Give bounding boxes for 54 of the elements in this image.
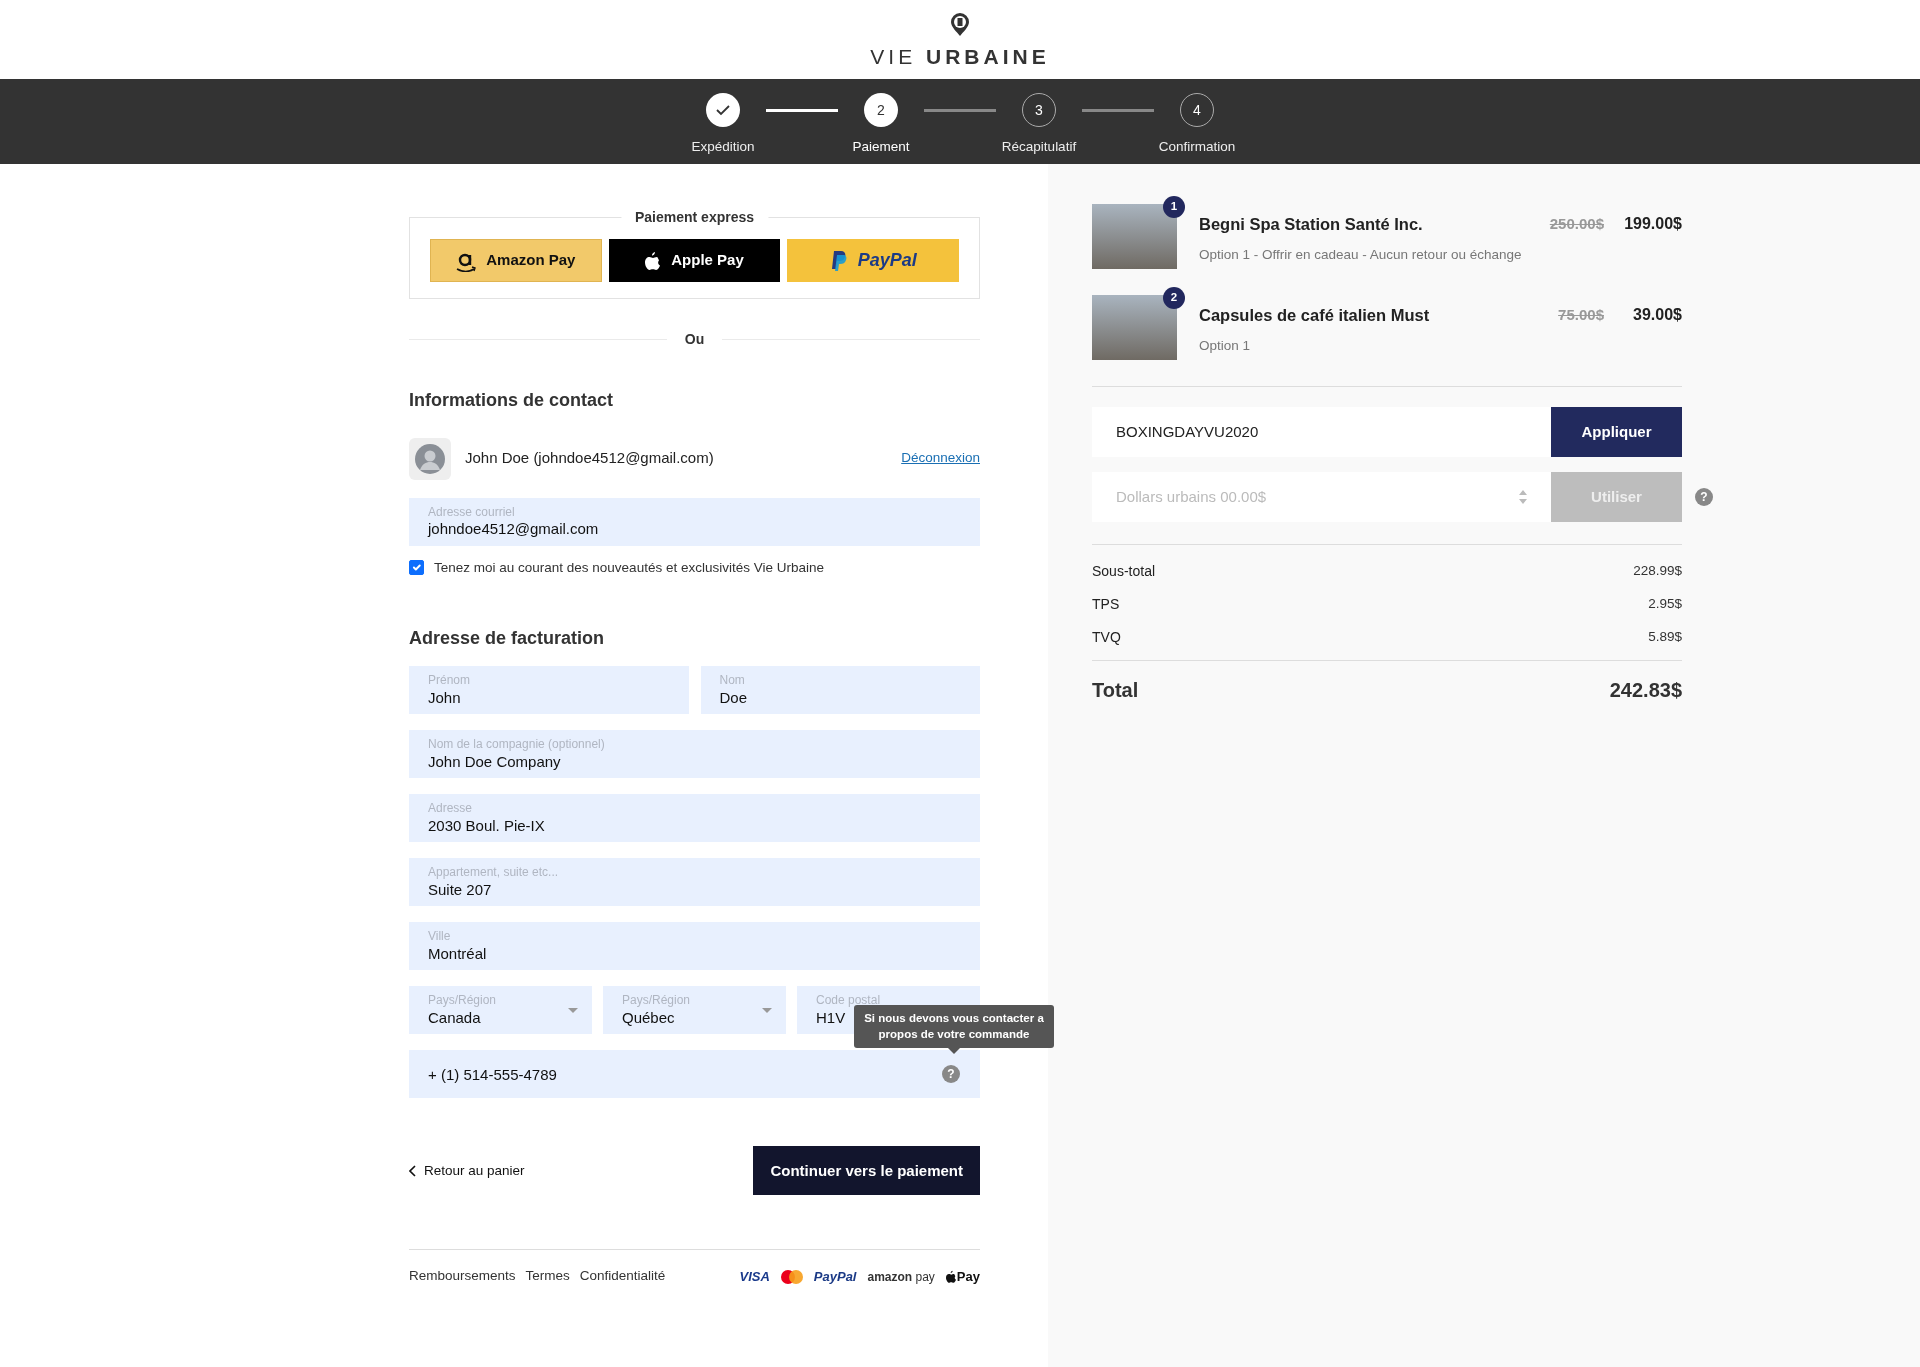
field-value: Suite 207 <box>428 879 492 900</box>
step-label: Confirmation <box>1158 138 1236 156</box>
total-label: Sous-total <box>1092 562 1156 581</box>
field-value: Doe <box>719 687 748 708</box>
paypal-logo: PayPal <box>813 1267 857 1286</box>
section-heading: Adresse de facturation <box>409 627 606 650</box>
field-label: Ville <box>428 929 452 944</box>
field-value: Québec <box>622 1007 675 1028</box>
field-label: Code postal <box>816 993 882 1008</box>
separator-text: Ou <box>684 330 705 349</box>
product-option: Option 1 - Offrir en cadeau - Aucun retour ou échange <box>1199 244 1528 265</box>
grand-total-label: Total <box>1092 678 1139 703</box>
original-price: 250.00$ <box>1549 214 1604 234</box>
section-heading: Informations de contact <box>409 390 615 412</box>
step-label: Récapitulatif <box>1001 138 1077 156</box>
quantity-badge: 1 <box>1163 196 1185 218</box>
logo-text: VIE URBAINE <box>870 44 1050 71</box>
field-value: johndoe4512@gmail.com <box>428 519 599 539</box>
field-label: Pays/Région <box>428 993 498 1008</box>
visa-logo: VISA <box>739 1267 770 1286</box>
step-label: Paiement <box>852 138 910 156</box>
field-value: John Doe Company <box>428 751 561 772</box>
original-price: 75.00$ <box>1558 305 1604 325</box>
total-amount: 5.89$ <box>1648 628 1682 646</box>
amazon-pay-logo: amazon pay <box>867 1268 935 1286</box>
product-price: 39.00$ <box>1632 305 1682 325</box>
field-label: Prénom <box>428 673 472 688</box>
field-label: Pays/Région <box>622 993 692 1008</box>
field-value: 2030 Boul. Pie-IX <box>428 815 545 836</box>
product-name: Capsules de café italien Must <box>1199 305 1431 326</box>
total-amount: 228.99$ <box>1633 562 1682 580</box>
checkbox-label: Tenez moi au courant des nouveautés et exclusivités Vie Urbaine <box>434 558 824 577</box>
apple-pay-logo: Pay <box>945 1266 980 1287</box>
field-label: Adresse <box>428 801 474 816</box>
step-label: Expédition <box>691 138 755 156</box>
field-value: John <box>428 687 461 708</box>
field-value: H1V <box>816 1007 846 1028</box>
product-option: Option 1 <box>1199 335 1537 356</box>
user-name-email: John Doe (johndoe4512@gmail.com) <box>465 448 714 469</box>
field-label: Nom de la compagnie (optionnel) <box>428 737 606 752</box>
total-amount: 2.95$ <box>1648 595 1682 613</box>
field-placeholder: Dollars urbains 00.00$ <box>1116 486 1267 507</box>
total-label: TVQ <box>1092 628 1121 647</box>
quantity-badge: 2 <box>1163 287 1185 309</box>
field-label: Adresse courriel <box>428 504 516 519</box>
field-label: Appartement, suite etc... <box>428 865 560 880</box>
field-value: + (1) 514-555-4789 <box>428 1064 557 1085</box>
total-label: TPS <box>1092 595 1120 614</box>
field-value: Canada <box>428 1007 481 1028</box>
product-price: 199.00$ <box>1623 214 1682 234</box>
grand-total-amount: 242.83$ <box>1609 678 1682 703</box>
field-value: Montréal <box>428 943 487 964</box>
product-name: Begni Spa Station Santé Inc. <box>1199 214 1424 235</box>
field-label: Nom <box>719 673 746 688</box>
